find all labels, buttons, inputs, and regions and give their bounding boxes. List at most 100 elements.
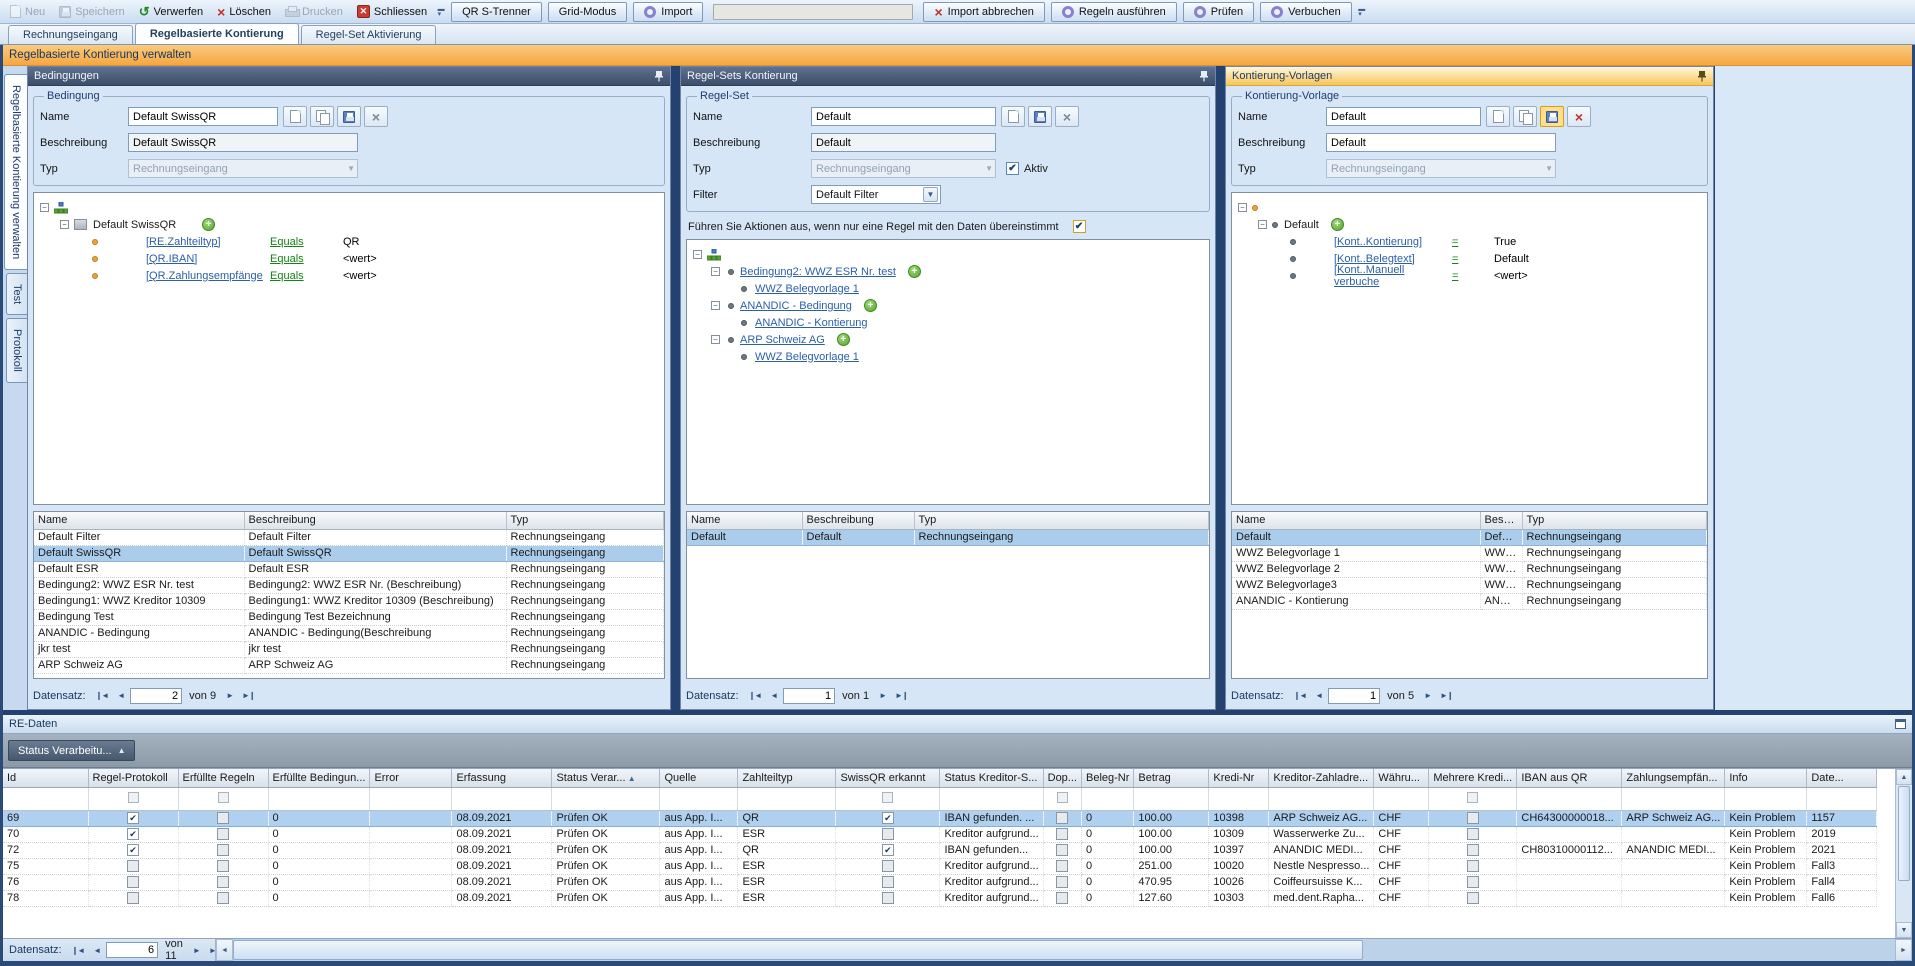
single-rule-checkbox[interactable]: ✔ <box>1073 220 1086 233</box>
last-record-button[interactable]: ►❙ <box>1437 691 1456 700</box>
grid-filter-cell[interactable] <box>1429 787 1517 810</box>
delete-record-button[interactable]: × <box>1567 106 1591 127</box>
checkbox[interactable] <box>1056 844 1068 856</box>
filter-checkbox[interactable] <box>128 792 139 803</box>
import-abort-button[interactable]: ×Import abbrechen <box>923 2 1044 22</box>
print-button[interactable]: Drucken <box>279 4 349 20</box>
scroll-down-icon[interactable]: ▼ <box>1896 922 1912 938</box>
grid-filter-cell[interactable] <box>660 787 738 810</box>
checkbox-checked[interactable]: ✔ <box>127 844 139 856</box>
copy-record-button[interactable] <box>310 106 334 127</box>
first-record-button[interactable]: ❙◄ <box>93 691 112 700</box>
grid-row[interactable]: 72✔008.09.2021Prüfen OKaus App. I...QR✔I… <box>3 842 1877 858</box>
table-row[interactable]: jkr testjkr testRechnungseingang <box>34 641 664 657</box>
grid-column-header[interactable]: Zahlteiltyp <box>738 769 836 787</box>
last-record-button[interactable]: ►❙ <box>892 691 911 700</box>
grid-column-header[interactable]: Kreditor-Zahladre... <box>1269 769 1374 787</box>
grid-column-header[interactable]: Status Kreditor-S... <box>940 769 1043 787</box>
field-link[interactable]: [QR.IBAN] <box>146 253 270 265</box>
tree-expand-icon[interactable]: − <box>711 267 720 276</box>
side-tab-test[interactable]: Test <box>6 273 27 315</box>
next-record-button[interactable]: ► <box>190 946 203 955</box>
operator-link[interactable]: Equals <box>270 270 343 282</box>
grid-filter-cell[interactable] <box>1134 787 1209 810</box>
grid-filter-cell[interactable] <box>1269 787 1374 810</box>
grid-row[interactable]: 70✔008.09.2021Prüfen OKaus App. I...ESRK… <box>3 826 1877 842</box>
column-header[interactable]: Name <box>1232 512 1480 529</box>
grid-column-header[interactable]: Zahlungsempfän... <box>1622 769 1725 787</box>
grid-row[interactable]: 76008.09.2021Prüfen OKaus App. I...ESRKr… <box>3 874 1877 890</box>
checkbox-checked[interactable]: ✔ <box>882 844 894 856</box>
table-row[interactable]: Bedingung1: WWZ Kreditor 10309Bedingung1… <box>34 593 664 609</box>
checkbox[interactable] <box>1467 812 1479 824</box>
panel-splitter[interactable] <box>671 66 680 710</box>
scroll-up-icon[interactable]: ▲ <box>1896 769 1912 785</box>
import-button[interactable]: Import <box>633 2 703 22</box>
pin-icon[interactable] <box>1199 70 1209 82</box>
first-record-button[interactable]: ❙◄ <box>69 946 88 955</box>
column-header[interactable]: Name <box>34 512 244 529</box>
grid-column-header[interactable]: Erfüllte Bedingun... <box>268 769 370 787</box>
grid-filter-cell[interactable] <box>738 787 836 810</box>
grid-filter-cell[interactable] <box>1374 787 1429 810</box>
prev-record-button[interactable]: ◄ <box>1312 691 1325 700</box>
grid-filter-cell[interactable] <box>178 787 268 810</box>
checkbox[interactable] <box>882 876 894 888</box>
save-record-button[interactable] <box>1540 106 1564 127</box>
prev-record-button[interactable]: ◄ <box>767 691 780 700</box>
scroll-thumb[interactable] <box>233 940 1363 960</box>
grid-column-header[interactable]: Mehrere Kredi... <box>1429 769 1517 787</box>
horizontal-scrollbar[interactable]: ◄ ► <box>215 939 1912 961</box>
first-record-button[interactable]: ❙◄ <box>746 691 765 700</box>
column-header[interactable]: Beschreibung <box>244 512 506 529</box>
checkbox[interactable] <box>1056 876 1068 888</box>
grid-filter-cell[interactable] <box>268 787 370 810</box>
delete-record-button[interactable]: × <box>1055 106 1079 127</box>
tab-regelbasierte-kontierung[interactable]: Regelbasierte Kontierung <box>135 23 299 44</box>
grid-filter-cell[interactable] <box>452 787 552 810</box>
checkbox[interactable] <box>217 892 229 904</box>
new-record-button[interactable] <box>1001 106 1025 127</box>
new-record-button[interactable] <box>1486 106 1510 127</box>
grid-column-header[interactable]: Erfassung <box>452 769 552 787</box>
grid-filter-cell[interactable] <box>3 787 88 810</box>
next-record-button[interactable]: ► <box>1421 691 1434 700</box>
prev-record-button[interactable]: ◄ <box>90 946 103 955</box>
grid-filter-cell[interactable] <box>88 787 178 810</box>
add-node-icon[interactable]: + <box>202 218 215 231</box>
checkbox[interactable] <box>217 876 229 888</box>
grid-column-header[interactable]: Date... <box>1807 769 1877 787</box>
discard-button[interactable]: ↺Verwerfen <box>133 4 209 20</box>
grid-column-header[interactable]: Dop... <box>1043 769 1081 787</box>
column-header[interactable]: Besch... <box>1480 512 1522 529</box>
side-tab-regelbasierte-kontierung[interactable]: Regelbasierte Kontierung verwalten <box>4 74 27 270</box>
tree-expand-icon[interactable]: − <box>1238 203 1247 212</box>
grid-row[interactable]: 78008.09.2021Prüfen OKaus App. I...ESRKr… <box>3 890 1877 906</box>
add-node-icon[interactable]: + <box>837 333 850 346</box>
table-row[interactable]: Default ESRDefault ESRRechnungseingang <box>34 561 664 577</box>
grid-column-header[interactable]: Status Verar... ▲ <box>552 769 660 787</box>
checkbox[interactable] <box>217 860 229 872</box>
checkbox-checked[interactable]: ✔ <box>127 812 139 824</box>
filter-checkbox[interactable] <box>882 792 893 803</box>
grid-filter-cell[interactable] <box>1043 787 1081 810</box>
template-link[interactable]: ANANDIC - Kontierung <box>755 317 868 329</box>
checkbox[interactable] <box>1056 892 1068 904</box>
table-row[interactable]: Default FilterDefault FilterRechnungsein… <box>34 529 664 545</box>
tree-expand-icon[interactable]: − <box>693 250 702 259</box>
operator-link[interactable]: Equals <box>270 253 343 265</box>
p1-typ-combo[interactable]: Rechnungseingang▼ <box>128 159 358 178</box>
save-record-button[interactable] <box>1028 106 1052 127</box>
condition-link[interactable]: ANANDIC - Bedingung <box>740 300 852 312</box>
checkbox[interactable] <box>882 860 894 872</box>
side-tab-protokoll[interactable]: Protokoll <box>6 318 27 383</box>
checkbox-checked[interactable]: ✔ <box>127 828 139 840</box>
grid-filter-cell[interactable] <box>1807 787 1877 810</box>
grid-column-header[interactable]: Betrag <box>1134 769 1209 787</box>
grid-column-header[interactable]: Info <box>1725 769 1807 787</box>
table-row[interactable]: DefaultDefaultRechnungseingang <box>1232 529 1707 545</box>
field-link[interactable]: [Kont..Manuell verbuche <box>1334 264 1452 288</box>
scroll-thumb[interactable] <box>1898 786 1910 881</box>
grid-column-header[interactable]: Quelle <box>660 769 738 787</box>
new-button[interactable]: Neu <box>4 3 51 20</box>
